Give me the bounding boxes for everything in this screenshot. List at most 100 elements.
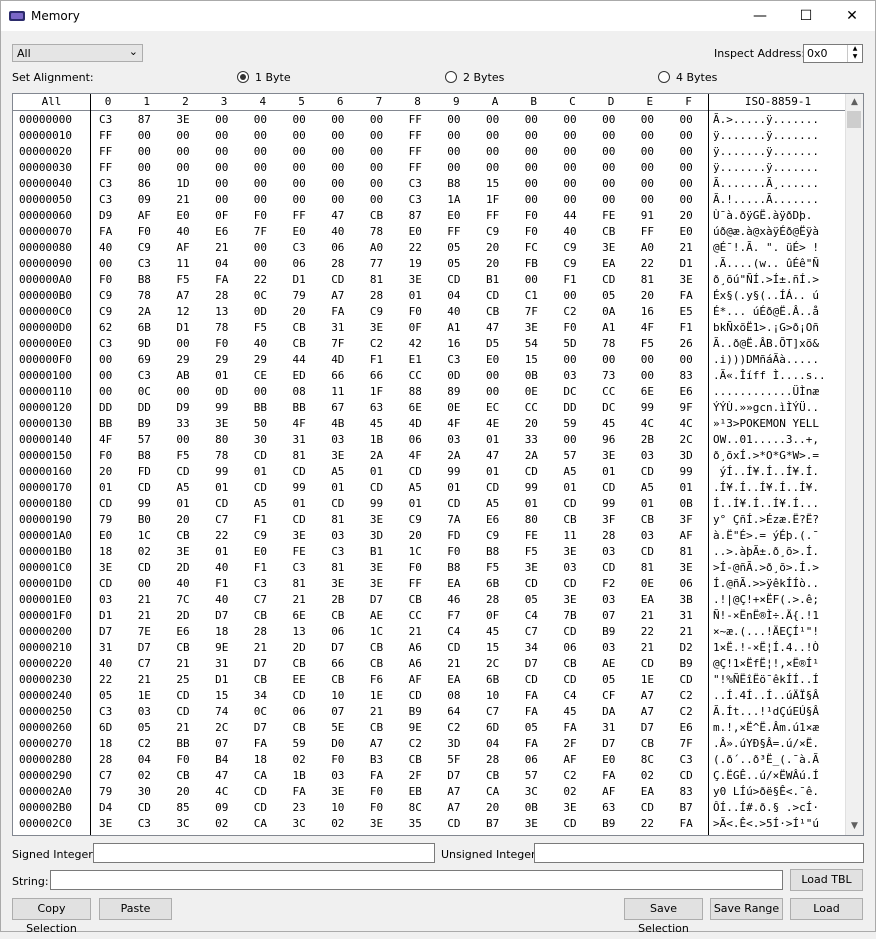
byte-cell[interactable]: 4D	[331, 352, 344, 368]
byte-cell[interactable]: BB	[293, 400, 306, 416]
byte-cell[interactable]: 1E	[641, 672, 654, 688]
byte-cell[interactable]: 0D	[447, 368, 460, 384]
byte-cell[interactable]: 0E	[447, 400, 460, 416]
byte-cell[interactable]: 0A	[602, 304, 615, 320]
byte-cell[interactable]: CD	[447, 640, 460, 656]
table-row[interactable]: 00000060 D9 AF E0 0F F0 FF 47 CB 87 E0 FF F0 44 FE 91 20…	[13, 208, 847, 224]
byte-cell[interactable]: 99	[370, 496, 383, 512]
byte-cell[interactable]: EA	[447, 576, 460, 592]
byte-cell[interactable]: 00	[215, 176, 228, 192]
byte-cell[interactable]: CD	[563, 624, 576, 640]
byte-cell[interactable]: CD	[176, 464, 189, 480]
byte-cell[interactable]: CB	[254, 672, 267, 688]
byte-cell[interactable]: 2D	[176, 560, 189, 576]
row-text[interactable]: "!%ÑËîËö¯êkÍÍ..Í	[713, 672, 819, 688]
byte-cell[interactable]: F1	[254, 560, 267, 576]
table-row[interactable]: 00000090 00 C3 11 04 00 06 28 77 19 05 20 FB C9 EA 22 D1…	[13, 256, 847, 272]
byte-cell[interactable]: 0D	[254, 304, 267, 320]
byte-cell[interactable]: 78	[215, 320, 228, 336]
byte-cell[interactable]: 3E	[525, 816, 538, 832]
byte-cell[interactable]: B9	[680, 656, 693, 672]
byte-cell[interactable]: E0	[99, 528, 112, 544]
byte-cell[interactable]: 11	[176, 256, 189, 272]
byte-cell[interactable]: 00	[602, 176, 615, 192]
byte-cell[interactable]: 00	[293, 192, 306, 208]
table-row[interactable]: 000000C0 C9 2A 12 13 0D 20 FA C9 F0 40 CB 7F C2 0A 16 E5…	[13, 304, 847, 320]
byte-cell[interactable]: 3C	[525, 784, 538, 800]
byte-cell[interactable]: 05	[602, 672, 615, 688]
byte-cell[interactable]: 3E	[563, 800, 576, 816]
byte-cell[interactable]: C2	[680, 704, 693, 720]
table-row[interactable]: 00000220 40 C7 21 31 D7 CB 66 CB A6 21 2C D7 CB AE CD B9…	[13, 656, 847, 672]
byte-cell[interactable]: F1	[563, 272, 576, 288]
row-text[interactable]: .Í¥.Í..Í¥.Í..Í¥.	[713, 480, 819, 496]
byte-cell[interactable]: 7B	[563, 608, 576, 624]
byte-cell[interactable]: 47	[486, 448, 499, 464]
byte-cell[interactable]: 45	[370, 416, 383, 432]
byte-cell[interactable]: C3	[293, 240, 306, 256]
byte-cell[interactable]: 00	[254, 240, 267, 256]
row-text[interactable]: .Â».úYÐ§Â=.ú/×Ë.	[713, 736, 819, 752]
row-text[interactable]: .Ã«.Îíff Ì....s..	[713, 368, 826, 384]
byte-cell[interactable]: 80	[525, 512, 538, 528]
byte-cell[interactable]: D7	[370, 592, 383, 608]
byte-cell[interactable]: 26	[680, 336, 693, 352]
byte-cell[interactable]: CB	[176, 640, 189, 656]
byte-cell[interactable]: EB	[409, 784, 422, 800]
byte-cell[interactable]: 2A	[447, 448, 460, 464]
byte-cell[interactable]: F5	[525, 544, 538, 560]
byte-cell[interactable]: 00	[370, 144, 383, 160]
row-text[interactable]: .Ã....(w.. ûÉê"Ñ	[713, 256, 819, 272]
byte-cell[interactable]: 00	[563, 192, 576, 208]
byte-cell[interactable]: 00	[641, 128, 654, 144]
byte-cell[interactable]: 00	[486, 144, 499, 160]
row-text[interactable]: à.Ë"É>.= ýÉþ.(.¯	[713, 528, 819, 544]
byte-cell[interactable]: 8C	[409, 800, 422, 816]
byte-cell[interactable]: C4	[525, 608, 538, 624]
byte-cell[interactable]: A5	[486, 496, 499, 512]
byte-cell[interactable]: 40	[176, 224, 189, 240]
row-text[interactable]: »¹3>POKEMON YELL	[713, 416, 819, 432]
byte-cell[interactable]: 73	[602, 368, 615, 384]
byte-cell[interactable]: B9	[602, 816, 615, 832]
byte-cell[interactable]: 20	[680, 208, 693, 224]
byte-cell[interactable]: C3	[138, 256, 151, 272]
byte-cell[interactable]: F1	[254, 512, 267, 528]
byte-cell[interactable]: 00	[641, 176, 654, 192]
byte-cell[interactable]: 06	[293, 256, 306, 272]
byte-cell[interactable]: E0	[602, 752, 615, 768]
byte-cell[interactable]: 3D	[680, 448, 693, 464]
row-text[interactable]: Ã.>.....ÿ.......	[713, 112, 819, 128]
byte-cell[interactable]: EA	[602, 256, 615, 272]
byte-cell[interactable]: 54	[525, 336, 538, 352]
byte-cell[interactable]: 00	[331, 144, 344, 160]
byte-cell[interactable]: CA	[254, 816, 267, 832]
byte-cell[interactable]: AB	[176, 368, 189, 384]
byte-cell[interactable]: 3F	[602, 512, 615, 528]
byte-cell[interactable]: 44	[563, 208, 576, 224]
byte-cell[interactable]: 22	[99, 672, 112, 688]
byte-cell[interactable]: A6	[409, 640, 422, 656]
byte-cell[interactable]: 85	[176, 800, 189, 816]
byte-cell[interactable]: F0	[409, 304, 422, 320]
byte-cell[interactable]: 00	[293, 144, 306, 160]
byte-cell[interactable]: 0C	[254, 288, 267, 304]
byte-cell[interactable]: F5	[641, 336, 654, 352]
byte-cell[interactable]: 01	[370, 464, 383, 480]
byte-cell[interactable]: 3E	[563, 544, 576, 560]
byte-cell[interactable]: 00	[563, 144, 576, 160]
radio-4-bytes-label[interactable]: 4 Bytes	[676, 71, 717, 84]
byte-cell[interactable]: D1	[293, 272, 306, 288]
byte-cell[interactable]: 1A	[447, 192, 460, 208]
byte-cell[interactable]: F1	[370, 352, 383, 368]
table-row[interactable]: 00000250 C3 03 CD 74 0C 06 07 21 B9 64 C7 FA 45 DA A7 C2…	[13, 704, 847, 720]
byte-cell[interactable]: 63	[370, 400, 383, 416]
save-range-button[interactable]: Save Range	[710, 898, 783, 920]
byte-cell[interactable]: 81	[370, 272, 383, 288]
byte-cell[interactable]: C3	[293, 560, 306, 576]
byte-cell[interactable]: C3	[680, 752, 693, 768]
save-selection-button[interactable]: Save Selection	[624, 898, 703, 935]
byte-cell[interactable]: F1	[215, 576, 228, 592]
byte-cell[interactable]: 87	[409, 208, 422, 224]
byte-cell[interactable]: C2	[138, 736, 151, 752]
